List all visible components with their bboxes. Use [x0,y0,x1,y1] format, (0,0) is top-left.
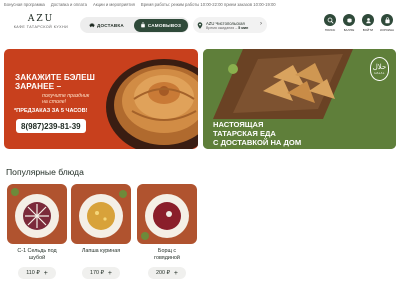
belesh-subtitle-line2: на столе! [42,99,67,105]
halal-arabic: حلال [372,63,387,71]
logo-brand: AZU [27,14,55,24]
logo[interactable]: AZU КАФЕ ТАТАРСКОЙ КУХНИ [6,14,76,29]
search-nav[interactable]: ПОИСК [323,14,337,32]
dish-name-line1: Лапша куриная [81,248,121,254]
dish-price: 200 ₽ [155,270,170,276]
dish-card[interactable]: Лапша куриная 170 ₽ + [71,184,131,281]
plus-icon: + [43,269,48,277]
belesh-pie-image [106,59,198,149]
delivery-banner-line1: НАСТОЯЩАЯ [213,120,264,129]
wait-time-value: 5 мин [238,25,249,30]
dish-name: С-1 Сельдь под шубой [7,248,67,264]
dish-image-herring [7,184,67,244]
dish-name: Лапша куриная [71,248,131,264]
points-nav[interactable]: БАЛЛЫ [342,14,356,32]
add-to-cart-button[interactable]: 170 ₽ + [82,267,120,279]
pickup-mode-button[interactable]: САМОВЫВОЗ [133,18,188,32]
chevron-right-icon: › [260,21,262,27]
dish-price: 170 ₽ [89,270,104,276]
belesh-title-line2: ЗАРАНЕЕ – [15,82,62,91]
promotions-link[interactable]: Акции и мероприятия [93,2,135,7]
address-selector[interactable]: AZU Чистопольская Время ожидания – 5 мин… [193,17,267,33]
dish-image-noodle-soup [71,184,131,244]
header: AZU КАФЕ ТАТАРСКОЙ КУХНИ ДОСТАВКА САМОВЫ… [0,10,400,38]
wait-time: Время ожидания – 5 мин [206,26,248,30]
belesh-title: ЗАКАЖИТЕ БЭЛЕШ ЗАРАНЕЕ – [15,73,95,91]
pickup-label: САМОВЫВОЗ [147,22,182,28]
preorder-note: *ПРЕДЗАКАЗ ЗА 5 ЧАСОВ! [14,108,88,114]
dish-name-line1: Борщ с [157,248,177,254]
delivery-label: ДОСТАВКА [97,22,124,28]
plus-icon: + [107,269,112,277]
order-mode-switch: ДОСТАВКА САМОВЫВОЗ [80,17,189,33]
car-icon [89,23,95,28]
belesh-subtitle: получите праздник на столе! [42,93,89,105]
dish-name-line1: С-1 Сельдь под [17,248,57,254]
halal-latin: HALAL [374,71,385,75]
top-info-bar: Бонусная программа Доставка и оплата Акц… [0,0,400,8]
wait-time-label: Время ожидания – [206,25,239,30]
dish-card[interactable]: С-1 Сельдь под шубой 110 ₽ + [7,184,67,281]
plus-icon: + [173,269,178,277]
delivery-banner-line2: ТАТАРСКАЯ ЕДА [213,129,276,138]
shopping-bag-icon [384,16,390,23]
bonus-program-link[interactable]: Бонусная программа [4,2,45,7]
login-nav[interactable]: ВОЙТИ [361,14,375,32]
points-nav-label: БАЛЛЫ [343,27,355,32]
dish-price: 110 ₽ [26,270,40,276]
add-to-cart-button[interactable]: 200 ₽ + [148,267,186,279]
dish-name: Борщ с говядиной [137,248,197,264]
popular-dishes-title: Популярные блюда [6,167,84,177]
bag-icon [141,22,145,28]
dish-name-line2: шубой [28,255,46,261]
delivery-banner-title: НАСТОЯЩАЯ ТАТАРСКАЯ ЕДА С ДОСТАВКОЙ НА Д… [213,120,301,147]
logo-subtitle: КАФЕ ТАТАРСКОЙ КУХНИ [13,25,69,29]
cart-nav-label: КОРЗИНА [379,27,395,32]
order-phone-number[interactable]: 8(987)239-81-39 [16,119,86,133]
search-icon [327,17,333,23]
delivery-banner-line3: С ДОСТАВКОЙ НА ДОМ [213,138,302,147]
search-nav-label: ПОИСК [324,27,336,32]
add-to-cart-button[interactable]: 110 ₽ + [18,267,56,279]
belesh-promo-banner[interactable]: ЗАКАЖИТЕ БЭЛЕШ ЗАРАНЕЕ – получите праздн… [4,49,198,149]
cart-nav[interactable]: КОРЗИНА [380,14,394,32]
login-nav-label: ВОЙТИ [362,27,374,32]
user-icon [365,17,371,23]
dish-image-borsch [137,184,197,244]
delivery-mode-button[interactable]: ДОСТАВКА [82,19,132,32]
halal-badge: حلال HALAL [370,57,389,81]
working-hours: Время работы: режим работы 10:00-22:00 п… [140,1,276,7]
location-pin-icon [197,21,203,29]
tatar-food-delivery-banner[interactable]: حلال HALAL НАСТОЯЩАЯ ТАТАРСКАЯ ЕДА С ДОС… [203,49,396,149]
dish-name-line2: говядиной [154,255,180,261]
dish-card[interactable]: Борщ с говядиной 200 ₽ + [137,184,197,281]
delivery-payment-link[interactable]: Доставка и оплата [51,2,87,7]
belesh-title-line1: ЗАКАЖИТЕ БЭЛЕШ [15,73,95,82]
coins-icon [346,18,352,22]
header-nav: ПОИСК БАЛЛЫ ВОЙТИ КОРЗИНА [323,14,394,32]
